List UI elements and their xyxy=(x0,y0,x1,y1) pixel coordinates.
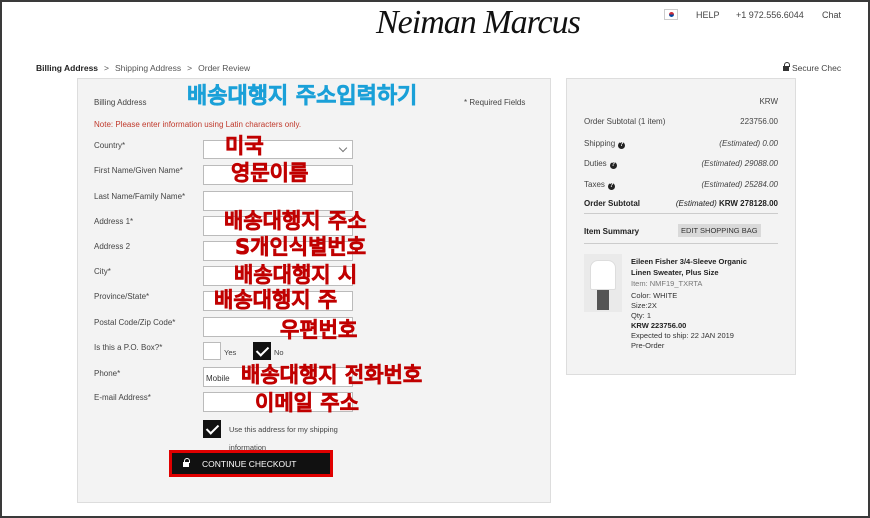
annotation-postal: 우편번호 xyxy=(280,318,358,342)
phone-type[interactable]: Mobile xyxy=(206,374,230,383)
province-label: Province/State* xyxy=(94,292,150,301)
chat-link[interactable]: Chat xyxy=(822,10,841,20)
lock-icon xyxy=(183,458,190,467)
breadcrumb-shipping[interactable]: Shipping Address xyxy=(115,63,181,73)
po-box-no-label: No xyxy=(274,348,284,357)
address2-label: Address 2 xyxy=(94,242,131,251)
product-color: Color: WHITE xyxy=(631,291,678,300)
shipping-same-checkbox[interactable] xyxy=(203,420,221,438)
product-name-2[interactable]: Linen Sweater, Plus Size xyxy=(631,269,719,277)
lock-icon xyxy=(783,62,790,71)
annotation-city: 배송대행지 시 xyxy=(234,263,358,287)
city-label: City* xyxy=(94,267,111,276)
summary-total-row: Order Subtotal (Estimated) KRW 278128.00 xyxy=(584,199,778,208)
last-name-field[interactable] xyxy=(203,191,353,211)
summary-duties-row: Duties? (Estimated) 29088.00 xyxy=(584,159,778,169)
breadcrumb-review[interactable]: Order Review xyxy=(198,63,250,73)
breadcrumb: Billing Address > Shipping Address > Order R… xyxy=(36,63,250,73)
first-name-label: First Name/Given Name* xyxy=(94,166,183,175)
product-price: KRW 223756.00 xyxy=(631,321,687,330)
edit-shopping-bag-button[interactable]: EDIT SHOPPING BAG xyxy=(678,224,761,237)
latin-characters-note: Note: Please enter information using Lat… xyxy=(94,120,302,129)
annotation-title: 배송대행지 주소입력하기 xyxy=(187,84,418,109)
product-size: Size:2X xyxy=(631,301,657,310)
summary-shipping-row: Shipping? (Estimated) 0.00 xyxy=(584,139,778,149)
breadcrumb-separator: > xyxy=(187,63,193,73)
shipping-same-label-1: Use this address for my shipping xyxy=(229,425,338,434)
annotation-phone: 배송대행지 전화번호 xyxy=(241,363,423,387)
annotation-country: 미국 xyxy=(225,134,264,158)
summary-taxes-row: Taxes? (Estimated) 25284.00 xyxy=(584,180,778,190)
address1-label: Address 1* xyxy=(94,217,134,226)
korea-flag-icon[interactable] xyxy=(664,9,678,20)
continue-checkout-label: CONTINUE CHECKOUT xyxy=(202,458,297,469)
email-label: E-mail Address* xyxy=(94,393,151,402)
secure-checkout-label: Secure Chec xyxy=(792,63,842,73)
annotation-address2: S개인식별번호 xyxy=(235,235,367,259)
summary-divider xyxy=(584,243,778,244)
product-qty: Qty: 1 xyxy=(631,311,652,320)
annotation-province: 배송대행지 주 xyxy=(214,288,338,312)
country-label: Country* xyxy=(94,141,126,150)
po-box-yes-label: Yes xyxy=(224,348,237,357)
po-box-yes-checkbox[interactable] xyxy=(203,342,221,360)
model-image xyxy=(597,290,609,310)
last-name-label: Last Name/Family Name* xyxy=(94,192,186,201)
product-name-1[interactable]: Eileen Fisher 3/4-Sleeve Organic xyxy=(631,258,747,266)
product-thumbnail[interactable] xyxy=(584,254,622,312)
item-summary-label: Item Summary xyxy=(584,227,640,236)
product-item-number: Item: NMF19_TXRTA xyxy=(631,279,703,288)
summary-divider xyxy=(584,213,778,214)
po-box-no-checkbox[interactable] xyxy=(253,342,271,360)
sweater-image xyxy=(590,260,616,290)
chevron-down-icon xyxy=(338,143,348,153)
breadcrumb-separator: > xyxy=(104,63,109,73)
required-fields-note: * Required Fields xyxy=(464,98,526,107)
help-link[interactable]: HELP xyxy=(696,10,720,20)
breadcrumb-billing[interactable]: Billing Address xyxy=(36,63,98,73)
po-box-label: Is this a P.O. Box?* xyxy=(94,343,163,352)
summary-subtotal-row: Order Subtotal (1 item) 223756.00 xyxy=(584,117,778,126)
help-icon[interactable]: ? xyxy=(607,183,615,190)
postal-label: Postal Code/Zip Code* xyxy=(94,318,176,327)
product-status: Pre-Order xyxy=(631,341,665,350)
help-icon[interactable]: ? xyxy=(609,162,617,169)
neiman-marcus-logo[interactable]: Neiman Marcus xyxy=(376,4,581,42)
secure-checkout: Secure Chec xyxy=(783,62,842,73)
summary-currency: KRW xyxy=(759,97,778,106)
annotation-email: 이메일 주소 xyxy=(255,391,360,415)
phone-label: Phone* xyxy=(94,369,121,378)
help-icon[interactable]: ? xyxy=(618,142,626,149)
annotation-address1: 배송대행지 주소 xyxy=(224,209,367,233)
section-title: Billing Address xyxy=(94,98,147,107)
annotation-name: 영문이름 xyxy=(231,161,309,185)
continue-checkout-button[interactable]: CONTINUE CHECKOUT xyxy=(172,453,330,474)
phone-link[interactable]: +1 972.556.6044 xyxy=(736,10,804,20)
product-ship-date: Expected to ship: 22 JAN 2019 xyxy=(631,331,734,340)
